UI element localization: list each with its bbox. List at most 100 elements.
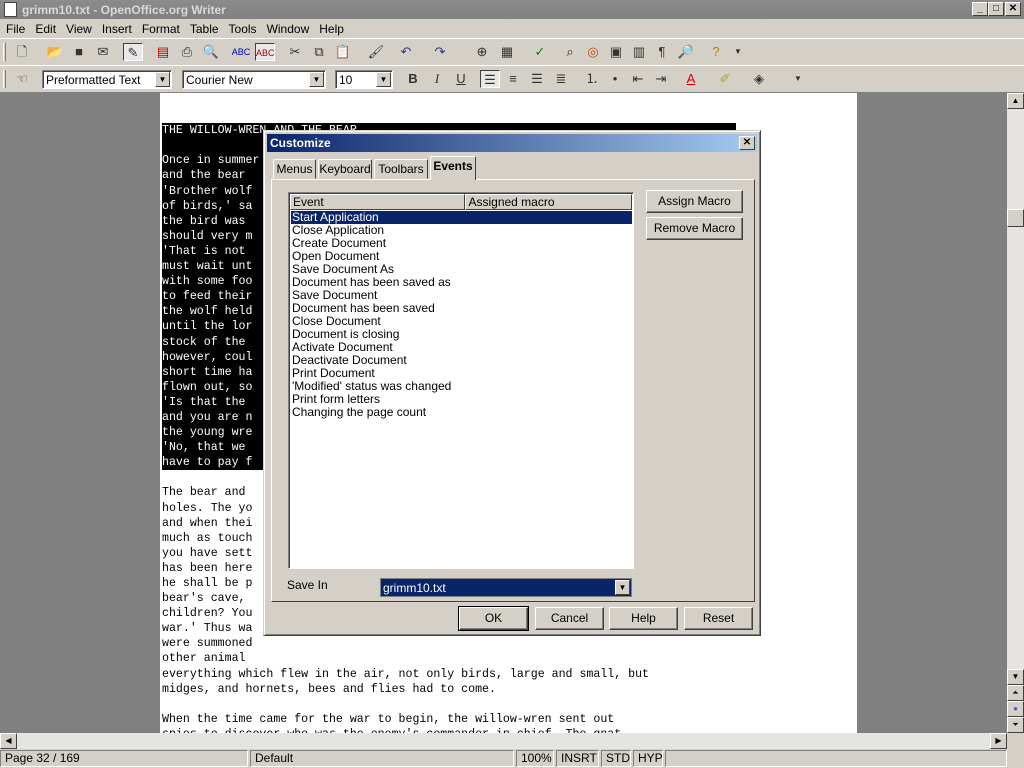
status-insert-mode[interactable]: INSRT [556,750,599,767]
menu-window[interactable]: Window [262,22,315,36]
paste-icon[interactable]: 📋 [333,43,353,61]
hyperlink-icon[interactable]: ⊕ [472,43,492,61]
status-selection-mode[interactable]: STD [601,750,631,767]
scroll-right-icon[interactable]: ▶ [990,733,1007,749]
background-color-icon[interactable]: ◈ [749,70,769,88]
chevron-down-icon[interactable]: ▼ [155,72,170,87]
format-paintbrush-icon[interactable]: 🖌 [366,43,386,61]
font-color-icon[interactable]: A [681,70,701,88]
edit-file-icon[interactable]: ✎ [123,43,143,61]
bold-button[interactable]: B [403,70,423,88]
text-line[interactable]: other animal [162,651,736,666]
text-line[interactable]: were summoned [162,636,736,651]
scrollbar-thumb[interactable] [1007,209,1024,227]
page-preview-icon[interactable]: 🔍 [201,43,221,61]
menu-edit[interactable]: Edit [30,22,61,36]
bullets-icon[interactable]: • [605,70,625,88]
minimize-button[interactable]: _ [972,2,988,16]
find-icon[interactable]: ⌕ [560,43,580,61]
assign-macro-button[interactable]: Assign Macro [646,190,743,213]
justify-icon[interactable]: ≣ [551,70,571,88]
status-zoom[interactable]: 100% [516,750,554,767]
help-button[interactable]: Help [609,607,678,630]
font-size-combo[interactable]: 10 ▼ [335,70,393,89]
save-icon[interactable]: ■ [69,43,89,61]
increase-indent-icon[interactable]: ⇥ [651,70,671,88]
previous-page-icon[interactable]: ⏶ [1007,685,1024,701]
align-center-icon[interactable]: ≡ [503,70,523,88]
menu-tools[interactable]: Tools [224,22,262,36]
vertical-scrollbar[interactable]: ▲ ▼ ⏶ ● ⏷ [1007,93,1024,733]
autospell-icon[interactable]: ABC [255,43,275,61]
styles-icon[interactable]: ☜ [12,70,32,88]
redo-icon[interactable]: ↷ [430,43,450,61]
table-icon[interactable]: ▦ [497,43,517,61]
paragraph-style-combo[interactable]: Preformatted Text ▼ [42,70,172,89]
ok-button[interactable]: OK [458,606,529,631]
scroll-left-icon[interactable]: ◀ [0,733,17,749]
event-row[interactable]: Changing the page count [291,406,426,419]
show-draw-icon[interactable]: ✓ [530,43,550,61]
text-line[interactable] [162,697,736,712]
text-line[interactable]: When the time came for the war to begin,… [162,712,736,727]
tab-keyboard[interactable]: Keyboard [318,159,372,179]
italic-button[interactable]: I [427,70,447,88]
menu-table[interactable]: Table [185,22,224,36]
toolbar-overflow-icon[interactable]: ▼ [733,43,743,61]
column-header-assigned-macro[interactable]: Assigned macro [465,194,632,210]
text-line[interactable]: everything which flew in the air, not on… [162,667,736,682]
cancel-button[interactable]: Cancel [535,607,604,630]
numbering-icon[interactable]: ⒈ [582,70,602,88]
highlight-icon[interactable]: ✐ [715,70,735,88]
chevron-down-icon[interactable]: ▼ [376,72,391,87]
toolbar-grip[interactable] [3,70,6,88]
navigator-icon[interactable]: ◎ [583,43,603,61]
menu-format[interactable]: Format [137,22,185,36]
gallery-icon[interactable]: ▣ [606,43,626,61]
navigation-icon[interactable]: ● [1007,701,1024,717]
save-in-select[interactable]: grimm10.txt ▼ [380,578,632,597]
new-icon[interactable]: 🗋 [12,43,32,61]
menu-help[interactable]: Help [314,22,349,36]
undo-icon[interactable]: ↶ [396,43,416,61]
column-header-event[interactable]: Event [290,194,466,210]
font-name-combo[interactable]: Courier New ▼ [182,70,326,89]
reset-button[interactable]: Reset [684,607,753,630]
spellcheck-icon[interactable]: ABC [231,43,251,61]
align-right-icon[interactable]: ☰ [527,70,547,88]
status-hyphenation[interactable]: HYP [633,750,663,767]
menu-view[interactable]: View [61,22,97,36]
horizontal-scrollbar[interactable]: ◀ ▶ [0,733,1007,749]
scroll-down-icon[interactable]: ▼ [1007,669,1024,685]
nonprinting-chars-icon[interactable]: ¶ [652,43,672,61]
next-page-icon[interactable]: ⏷ [1007,717,1024,733]
menu-insert[interactable]: Insert [97,22,137,36]
menu-file[interactable]: File [0,22,30,36]
scroll-up-icon[interactable]: ▲ [1007,93,1024,109]
pdf-icon[interactable]: ▤ [153,43,173,61]
status-page[interactable]: Page 32 / 169 [0,750,248,767]
open-icon[interactable]: 📂 [45,43,65,61]
text-line[interactable]: midges, and hornets, bees and flies had … [162,682,736,697]
email-icon[interactable]: ✉ [93,43,113,61]
toolbar-overflow-icon[interactable]: ▼ [793,70,803,88]
close-button[interactable]: ✕ [1005,2,1021,16]
toolbar-grip[interactable] [3,43,6,61]
status-style[interactable]: Default [250,750,514,767]
tab-toolbars[interactable]: Toolbars [374,159,428,179]
close-icon[interactable]: ✕ [739,136,755,150]
tab-events[interactable]: Events [430,156,476,180]
events-list[interactable]: Event Assigned macro Start Application Cl… [288,192,634,569]
datasources-icon[interactable]: ▥ [629,43,649,61]
chevron-down-icon[interactable]: ▼ [309,72,324,87]
decrease-indent-icon[interactable]: ⇤ [628,70,648,88]
cut-icon[interactable]: ✂ [285,43,305,61]
tab-menus[interactable]: Menus [273,159,316,179]
align-left-icon[interactable]: ☰ [480,70,500,88]
remove-macro-button[interactable]: Remove Macro [646,217,743,240]
chevron-down-icon[interactable]: ▼ [615,580,630,595]
print-icon[interactable]: ⎙ [177,43,197,61]
help-icon[interactable]: ? [706,43,726,61]
copy-icon[interactable]: ⧉ [309,43,329,61]
maximize-button[interactable]: □ [988,2,1004,16]
